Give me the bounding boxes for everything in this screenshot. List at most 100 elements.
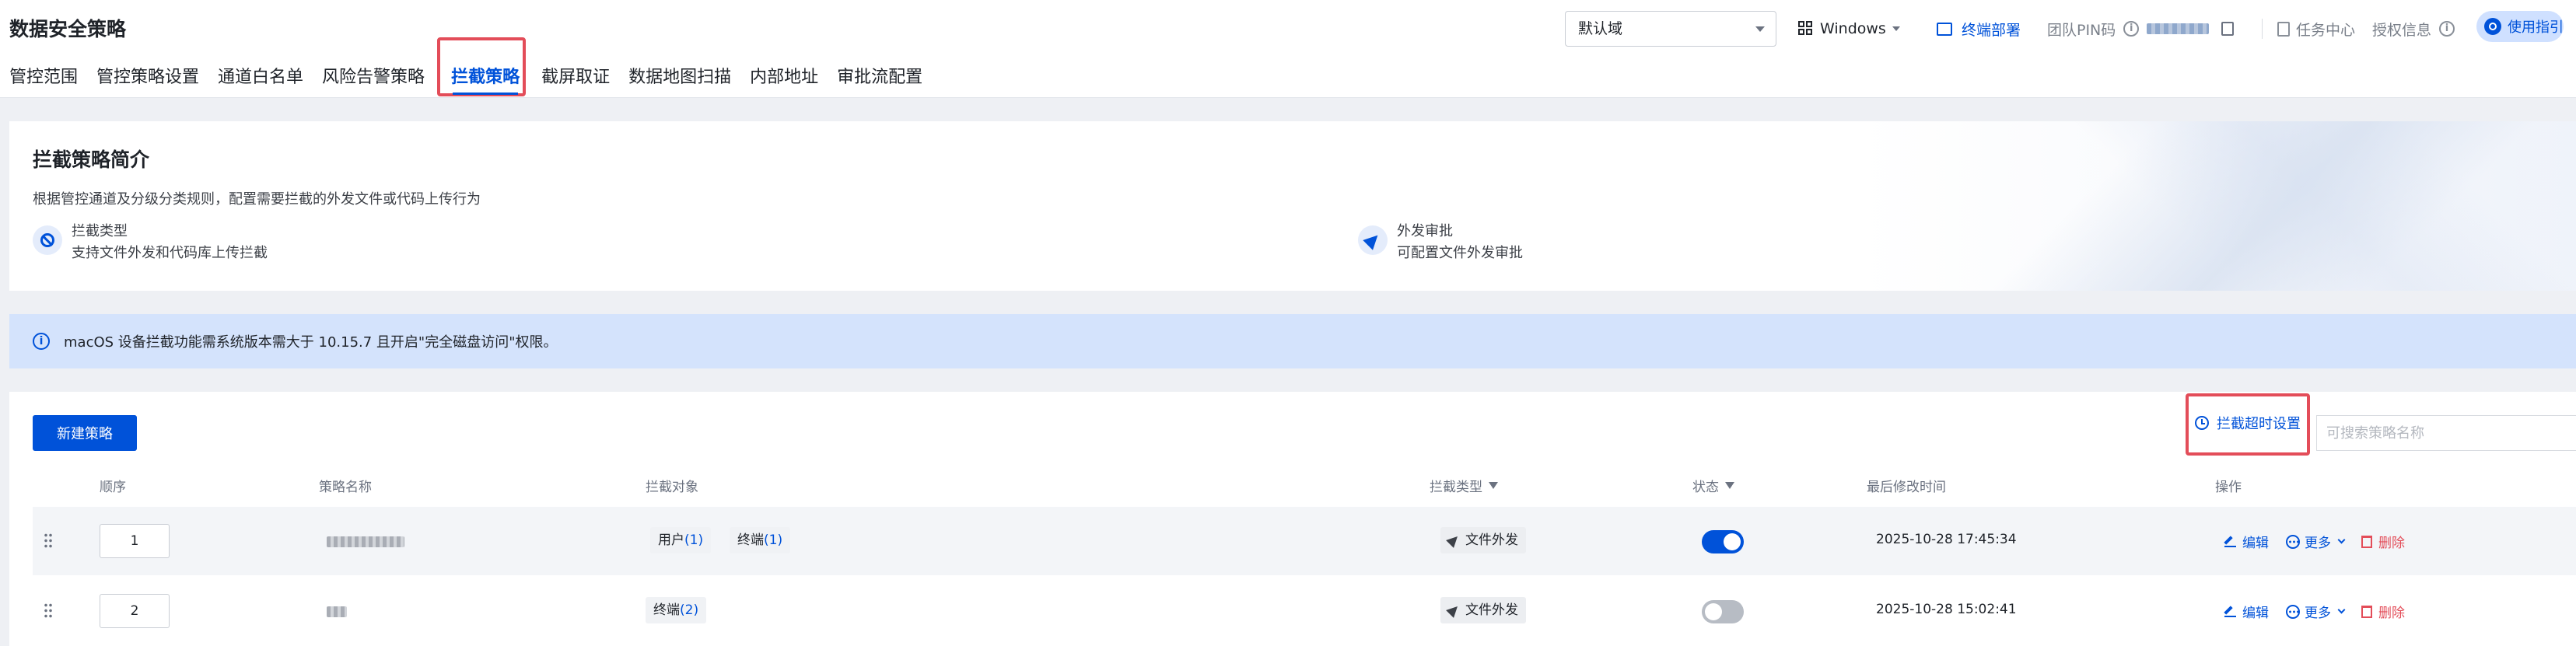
col-header-order: 顺序	[100, 480, 126, 495]
type-tag: 文件外发	[1440, 527, 1526, 553]
tab-data-map-scan[interactable]: 数据地图扫描	[619, 64, 740, 98]
notice-text: macOS 设备拦截功能需系统版本需大于 10.15.7 且开启"完全磁盘访问"…	[64, 334, 558, 351]
col-header-status: 状态	[1692, 476, 1734, 495]
deploy-link[interactable]: 终端部署	[1937, 11, 2021, 47]
delete-button[interactable]: 删除	[2361, 532, 2405, 551]
auth-info-label: 授权信息	[2372, 21, 2432, 39]
tab-control-policy[interactable]: 管控策略设置	[87, 64, 208, 98]
chevron-down-icon	[1755, 26, 1765, 32]
trash-icon	[2361, 605, 2372, 618]
send-icon	[1446, 602, 1461, 618]
search-input[interactable]	[2316, 415, 2576, 451]
pin-value-redacted	[2147, 23, 2210, 34]
tab-intercept-policy[interactable]: 拦截策略	[437, 37, 529, 98]
intercept-timeout-button[interactable]: 拦截超时设置	[2186, 392, 2310, 456]
feature-desc: 支持文件外发和代码库上传拦截	[72, 245, 268, 261]
domain-select-value: 默认域	[1578, 20, 1623, 37]
col-header-type: 拦截类型	[1430, 476, 1498, 495]
tab-channel-whitelist[interactable]: 通道白名单	[208, 64, 313, 98]
tab-internal-address[interactable]: 内部地址	[740, 64, 828, 98]
os-select[interactable]: Windows	[1798, 11, 1900, 47]
edit-icon	[2224, 606, 2236, 617]
guide-button-label: 使用指引	[2508, 19, 2564, 36]
team-pin: 团队PIN码 i	[2047, 11, 2235, 47]
col-header-name: 策略名称	[319, 480, 372, 495]
monitor-icon	[1937, 22, 1952, 36]
feature-desc: 可配置文件外发审批	[1397, 245, 1523, 261]
edit-button[interactable]: 编辑	[2224, 532, 2269, 551]
edit-icon	[2224, 536, 2236, 547]
col-header-modified: 最后修改时间	[1867, 480, 1946, 495]
more-icon	[2286, 534, 2300, 549]
tab-screenshot-evidence[interactable]: 截屏取证	[532, 64, 619, 98]
type-tag: 文件外发	[1440, 597, 1526, 623]
order-input[interactable]: 2	[100, 594, 170, 628]
table-row: 1 用户(1) 终端(1) 文件外发 2025-10-28 17:45:34 编…	[33, 507, 2576, 575]
filter-icon[interactable]	[1489, 482, 1498, 489]
intro-title: 拦截策略简介	[33, 148, 150, 171]
page-title: 数据安全策略	[9, 18, 127, 40]
feature-intercept-type: 拦截类型 支持文件外发和代码库上传拦截	[33, 221, 268, 264]
intro-card: 拦截策略简介 根据管控通道及分级分类规则，配置需要拦截的外发文件或代码上传行为 …	[9, 121, 2576, 291]
target-tag-terminal: 终端(1)	[730, 527, 791, 553]
more-button[interactable]: 更多	[2286, 602, 2346, 621]
feature-outbound-approval: 外发审批 可配置文件外发审批	[1358, 221, 1523, 264]
divider	[2262, 19, 2263, 39]
info-icon[interactable]: i	[2123, 21, 2140, 37]
domain-select[interactable]: 默认域	[1565, 11, 1776, 47]
info-icon: i	[33, 333, 50, 350]
policy-name-redacted	[327, 606, 347, 617]
os-select-value: Windows	[1820, 20, 1886, 37]
tab-scope[interactable]: 管控范围	[0, 64, 87, 98]
chevron-down-icon	[1892, 26, 1900, 31]
intro-description: 根据管控通道及分级分类规则，配置需要拦截的外发文件或代码上传行为	[33, 191, 481, 208]
order-input[interactable]: 1	[100, 524, 170, 558]
more-icon	[2286, 604, 2300, 619]
col-header-target: 拦截对象	[646, 480, 698, 495]
task-center-link[interactable]: 任务中心	[2277, 11, 2355, 47]
edit-button[interactable]: 编辑	[2224, 602, 2269, 621]
windows-icon	[1798, 21, 1814, 37]
policy-table-card: 新建策略 拦截超时设置 顺序 策略名称 拦截对象 拦截类型 状态 最后修改时间 …	[9, 392, 2576, 646]
col-header-actions: 操作	[2215, 480, 2242, 495]
modified-time: 2025-10-28 17:45:34	[1876, 532, 2017, 547]
modified-time: 2025-10-28 15:02:41	[1876, 602, 2017, 617]
more-button[interactable]: 更多	[2286, 532, 2346, 551]
tab-bar: 管控范围 管控策略设置 通道白名单 风险告警策略 拦截策略 截屏取证 数据地图扫…	[0, 37, 932, 98]
status-toggle[interactable]	[1702, 600, 1744, 623]
clock-icon	[2195, 416, 2209, 430]
chevron-down-icon	[2337, 536, 2346, 544]
feature-title: 拦截类型	[72, 223, 128, 239]
send-icon	[1446, 533, 1461, 548]
policy-name-redacted	[327, 536, 404, 547]
target-tag-terminal: 终端(2)	[646, 597, 707, 623]
row-actions: 编辑 更多 删除	[2224, 532, 2422, 551]
filter-icon[interactable]	[1725, 482, 1734, 489]
deploy-link-label: 终端部署	[1962, 21, 2021, 39]
chevron-down-icon	[2337, 606, 2346, 614]
info-icon[interactable]: i	[2439, 21, 2455, 37]
pin-label: 团队PIN码	[2047, 21, 2116, 39]
tab-risk-alert[interactable]: 风险告警策略	[313, 64, 434, 98]
status-toggle[interactable]	[1702, 530, 1744, 553]
auth-info-link[interactable]: 授权信息 i	[2372, 11, 2455, 47]
tab-approval-flow[interactable]: 审批流配置	[828, 64, 932, 98]
info-notice: i macOS 设备拦截功能需系统版本需大于 10.15.7 且开启"完全磁盘访…	[9, 314, 2576, 368]
new-policy-button[interactable]: 新建策略	[33, 415, 137, 451]
highlight-box	[437, 37, 527, 96]
table-row: 2 终端(2) 文件外发 2025-10-28 15:02:41 编辑 更多 删…	[33, 577, 2576, 645]
drag-handle-icon[interactable]	[44, 533, 53, 550]
feature-title: 外发审批	[1397, 223, 1453, 239]
eye-icon	[2484, 18, 2501, 35]
ban-icon	[33, 225, 62, 255]
top-header: 数据安全策略 默认域 Windows 终端部署 团队PIN码 i 任务中心 授权…	[0, 0, 2576, 98]
task-center-label: 任务中心	[2296, 21, 2356, 39]
drag-handle-icon[interactable]	[44, 602, 53, 620]
guide-button[interactable]: 使用指引	[2476, 11, 2564, 42]
delete-button[interactable]: 删除	[2361, 602, 2405, 621]
row-actions: 编辑 更多 删除	[2224, 602, 2422, 621]
copy-icon[interactable]	[2221, 22, 2235, 36]
send-icon	[1358, 225, 1388, 255]
trash-icon	[2361, 535, 2372, 548]
target-tag-user: 用户(1)	[650, 527, 712, 553]
